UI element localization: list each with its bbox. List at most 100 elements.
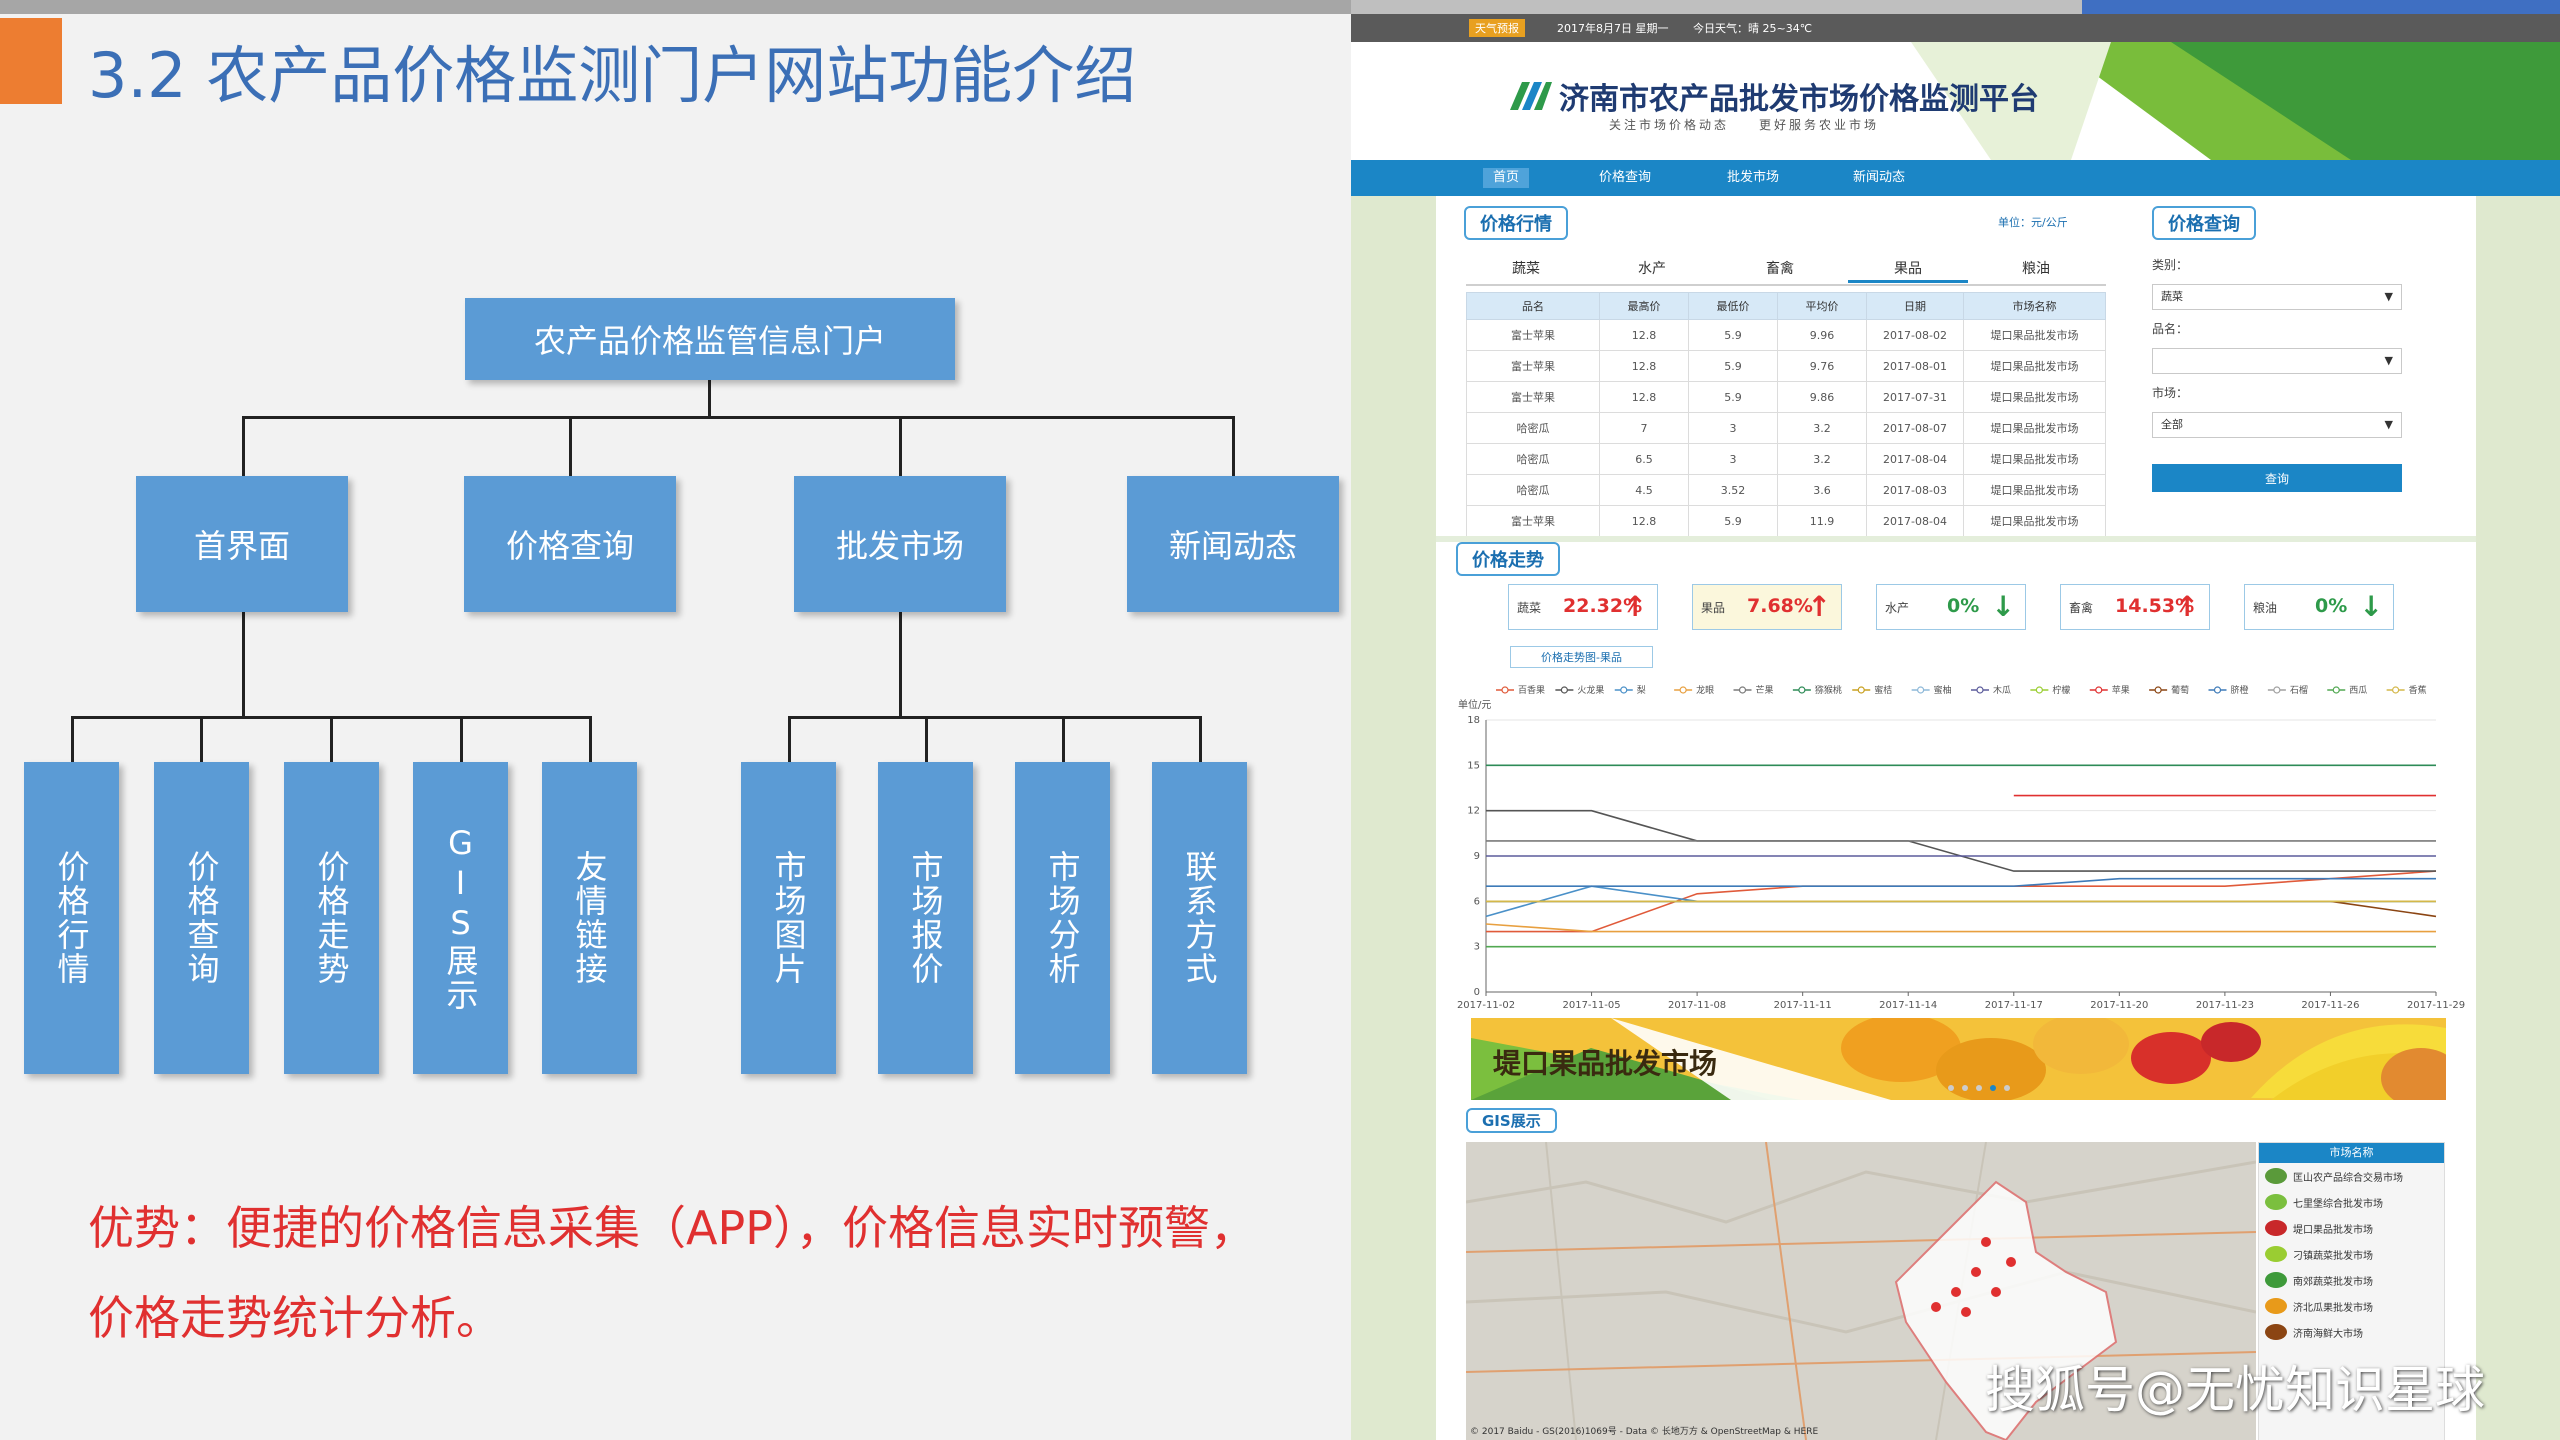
arrow-down-icon: ↓ <box>2359 590 2383 623</box>
legend-marker <box>1917 686 1925 694</box>
trend-card-aquatic[interactable]: 水产 0% ↓ <box>1876 584 2026 630</box>
chart-tab[interactable]: 价格走势图-果品 <box>1510 646 1653 668</box>
table-cell: 堤口果品批发市场 <box>1963 319 2106 351</box>
connector <box>460 716 463 762</box>
legend-item[interactable]: 济南海鲜大市场 <box>2259 1319 2444 1345</box>
x-tick-label: 2017-11-02 <box>1457 1000 1515 1011</box>
y-tick-label: 3 <box>1474 942 1480 953</box>
x-tick-label: 2017-11-29 <box>2407 1000 2465 1011</box>
table-row[interactable]: 富士苹果 12.8 5.9 9.86 2017-07-31 堤口果品批发市场 <box>1466 381 2106 413</box>
market-banner: 堤口果品批发市场 <box>1471 1018 2446 1100</box>
table-cell: 富士苹果 <box>1466 505 1600 537</box>
table-cell: 堤口果品批发市场 <box>1963 350 2106 382</box>
table-row[interactable]: 哈密瓜 6.5 3 3.2 2017-08-04 堤口果品批发市场 <box>1466 443 2106 475</box>
legend-label: 猕猴桃 <box>1815 684 1842 696</box>
banner-title: 堤口果品批发市场 <box>1493 1047 1718 1080</box>
legend-item[interactable]: 匡山农产品综合交易市场 <box>2259 1163 2444 1189</box>
product-select[interactable]: ▼ <box>2152 348 2402 374</box>
table-row[interactable]: 富士苹果 12.8 5.9 9.96 2017-08-02 堤口果品批发市场 <box>1466 319 2106 351</box>
table-row[interactable]: 富士苹果 12.8 5.9 11.9 2017-08-04 堤口果品批发市场 <box>1466 505 2106 537</box>
trend-card-name: 粮油 <box>2253 601 2278 615</box>
trend-card-grain-oil[interactable]: 粮油 0% ↓ <box>2244 584 2394 630</box>
y-tick-label: 6 <box>1474 896 1480 907</box>
x-tick-label: 2017-11-23 <box>2196 1000 2254 1011</box>
legend-item[interactable]: 七里堡综合批发市场 <box>2259 1189 2444 1215</box>
nav-item-price-query[interactable]: 价格查询 <box>1589 168 1661 188</box>
legend-item-label: 堤口果品批发市场 <box>2293 1224 2373 1236</box>
y-tick-label: 9 <box>1474 851 1480 862</box>
legend-marker <box>1501 686 1509 694</box>
org-root-box: 农产品价格监管信息门户 <box>465 298 955 380</box>
weather-badge[interactable]: 天气预报 <box>1469 19 1525 37</box>
trend-card-pct: 0% <box>1947 595 1980 617</box>
produce-icon <box>2265 1324 2287 1340</box>
org-leaf-market-analysis: 市场分析 <box>1015 762 1110 1074</box>
legend-item[interactable]: 济北瓜果批发市场 <box>2259 1293 2444 1319</box>
org-leaf-contact: 联系方式 <box>1152 762 1247 1074</box>
y-tick-label: 15 <box>1467 760 1480 771</box>
x-tick-label: 2017-11-05 <box>1562 1000 1620 1011</box>
advantage-text-line1: 优势：便捷的价格信息采集（APP），价格信息实时预警， <box>88 1201 1256 1255</box>
legend-label: 西瓜 <box>2349 685 2367 696</box>
table-cell: 2017-08-07 <box>1866 412 1964 444</box>
nav-item-wholesale[interactable]: 批发市场 <box>1717 168 1789 188</box>
legend-item-label: 南郊蔬菜批发市场 <box>2293 1276 2373 1288</box>
column-header: 最低价 <box>1688 292 1778 320</box>
x-tick-label: 2017-11-08 <box>1668 1000 1726 1011</box>
trend-card-fruit[interactable]: 果品 7.68% ↑ <box>1692 584 1842 630</box>
legend-item[interactable]: 堤口果品批发市场 <box>2259 1215 2444 1241</box>
section-title-price-query: 价格查询 <box>2152 206 2256 240</box>
market-select[interactable]: 全部 ▼ <box>2152 412 2402 438</box>
trend-card-livestock[interactable]: 畜禽 14.53% ↑ <box>2060 584 2210 630</box>
legend-marker <box>2213 686 2222 694</box>
trend-card-vegetables[interactable]: 蔬菜 22.32% ↑ <box>1508 584 1658 630</box>
tab-vegetables[interactable]: 蔬菜 <box>1466 258 1586 278</box>
legend-item[interactable]: 刁镇蔬菜批发市场 <box>2259 1241 2444 1267</box>
arrow-up-icon: ↑ <box>2175 590 2199 623</box>
org-leaf-price-query: 价格查询 <box>154 762 249 1074</box>
legend-item[interactable]: 南郊蔬菜批发市场 <box>2259 1267 2444 1293</box>
table-cell: 2017-08-04 <box>1866 505 1964 537</box>
legend-label: 脐橙 <box>2231 684 2249 696</box>
table-cell: 11.9 <box>1777 505 1867 537</box>
legend-label: 百香果 <box>1518 685 1545 696</box>
connector <box>589 716 592 762</box>
chevron-down-icon: ▼ <box>2384 354 2393 367</box>
site-logo-icon <box>1510 82 1552 110</box>
browser-strip-accent <box>2082 0 2560 14</box>
legend-label: 芒果 <box>1756 684 1774 696</box>
legend-marker <box>2273 686 2281 694</box>
org-leaf-price-market: 价格行情 <box>24 762 119 1074</box>
produce-icon <box>2265 1220 2287 1236</box>
nav-item-home[interactable]: 首页 <box>1483 168 1530 188</box>
table-cell: 堤口果品批发市场 <box>1963 505 2106 537</box>
table-row[interactable]: 富士苹果 12.8 5.9 9.76 2017-08-01 堤口果品批发市场 <box>1466 350 2106 382</box>
x-tick-label: 2017-11-26 <box>2301 1000 2359 1011</box>
org-leaf-market-quotes: 市场报价 <box>878 762 973 1074</box>
connector <box>925 716 928 762</box>
connector <box>242 612 245 718</box>
legend-marker <box>1976 686 1984 694</box>
tab-fruit[interactable]: 果品 <box>1848 258 1968 283</box>
tab-grain-oil[interactable]: 粮油 <box>1976 258 2096 278</box>
trend-card-name: 蔬菜 <box>1517 601 1542 615</box>
legend-item-label: 七里堡综合批发市场 <box>2293 1198 2383 1210</box>
table-row[interactable]: 哈密瓜 7 3 3.2 2017-08-07 堤口果品批发市场 <box>1466 412 2106 444</box>
query-button[interactable]: 查询 <box>2152 464 2402 492</box>
category-select[interactable]: 蔬菜 ▼ <box>2152 284 2402 310</box>
connector <box>330 716 333 762</box>
column-header: 品名 <box>1466 292 1600 320</box>
table-cell: 堤口果品批发市场 <box>1963 412 2106 444</box>
series-line <box>1486 900 2437 918</box>
table-cell: 9.76 <box>1777 350 1867 382</box>
product-label: 品名： <box>2152 322 2189 336</box>
connector <box>1199 716 1202 762</box>
map-attribution: © 2017 Baidu - GS(2016)1069号 - Data © 长地… <box>1470 1427 1819 1437</box>
legend-label: 葡萄 <box>2171 684 2189 696</box>
section-title-price-market: 价格行情 <box>1464 206 1568 240</box>
table-cell: 3.2 <box>1777 443 1867 475</box>
tab-livestock[interactable]: 畜禽 <box>1720 258 1840 278</box>
table-row[interactable]: 哈密瓜 4.5 3.52 3.6 2017-08-03 堤口果品批发市场 <box>1466 474 2106 506</box>
nav-item-news[interactable]: 新闻动态 <box>1843 168 1915 188</box>
tab-aquatic[interactable]: 水产 <box>1592 258 1712 278</box>
